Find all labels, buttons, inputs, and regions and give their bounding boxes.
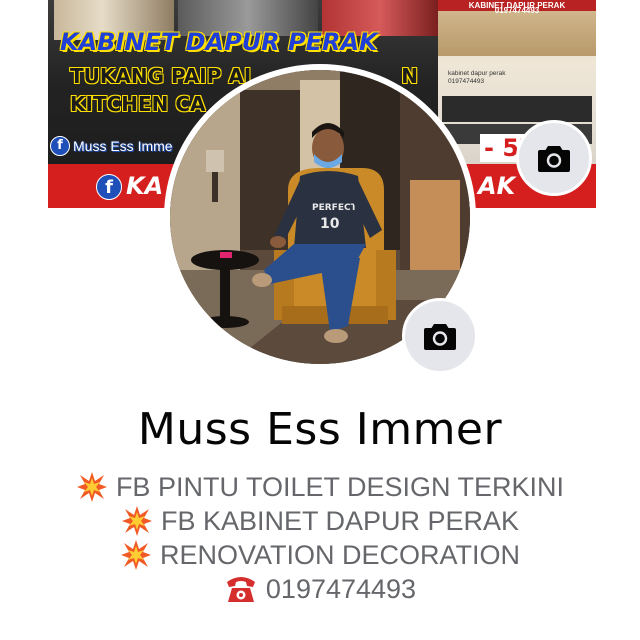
explosion-emoji-icon: [121, 505, 153, 537]
telephone-icon: [224, 574, 258, 604]
cover-title: KABINET DAPUR PERAK: [60, 28, 378, 56]
camera-icon: [538, 146, 570, 172]
cover-subtitle-line2: KITCHEN CA: [70, 92, 206, 116]
cover-fb-row: f Muss Ess Imme: [50, 136, 173, 156]
cover-fb-name: Muss Ess Imme: [73, 138, 173, 154]
edit-cover-photo-button[interactable]: [516, 120, 592, 196]
bio-line: FB KABINET DAPUR PERAK: [0, 504, 640, 538]
cover-right-top-phone: 0197474493: [494, 6, 540, 15]
bio-line-text: FB KABINET DAPUR PERAK: [160, 505, 520, 536]
facebook-logo-icon: f: [96, 174, 122, 200]
cover-red-banner-left-text: KA: [126, 172, 164, 200]
bio-line-text: FB PINTU TOILET DESIGN TERKINI: [115, 471, 565, 502]
camera-icon: [424, 324, 456, 350]
bio-line: 0197474493: [0, 572, 640, 606]
shirt-text-top: PERFECT: [312, 203, 358, 213]
bio-line-text: 0197474493: [265, 573, 417, 604]
cover-subtitle-line1-text: TUKANG PAIP AI: [70, 64, 252, 88]
bio-line: FB PINTU TOILET DESIGN TERKINI: [0, 470, 640, 504]
cover-right-caption-line1: kabinet dapur perak: [448, 70, 506, 77]
explosion-emoji-icon: [76, 471, 108, 503]
cover-cabinet-bottom: [442, 96, 592, 122]
edit-profile-picture-button[interactable]: [402, 298, 478, 374]
cover-subtitle-line1-tail: N: [401, 64, 419, 88]
bio-line-text: RENOVATION DECORATION: [159, 539, 521, 570]
profile-name: Muss Ess Immer: [137, 404, 503, 455]
cover-red-banner-right-text: AK: [478, 172, 516, 200]
facebook-logo-icon: f: [50, 136, 70, 156]
cover-right-caption: kabinet dapur perak 0197474493: [448, 70, 505, 86]
shirt-text-number: 10: [320, 216, 340, 232]
explosion-emoji-icon: [120, 539, 152, 571]
cover-right-caption-line2: 0197474493: [448, 78, 485, 85]
profile-page: KABINET DAPUR PERAK 0197474493 kabinet d…: [0, 0, 640, 640]
profile-bio: FB PINTU TOILET DESIGN TERKINI FB KABINE…: [0, 470, 640, 606]
bio-line: RENOVATION DECORATION: [0, 538, 640, 572]
